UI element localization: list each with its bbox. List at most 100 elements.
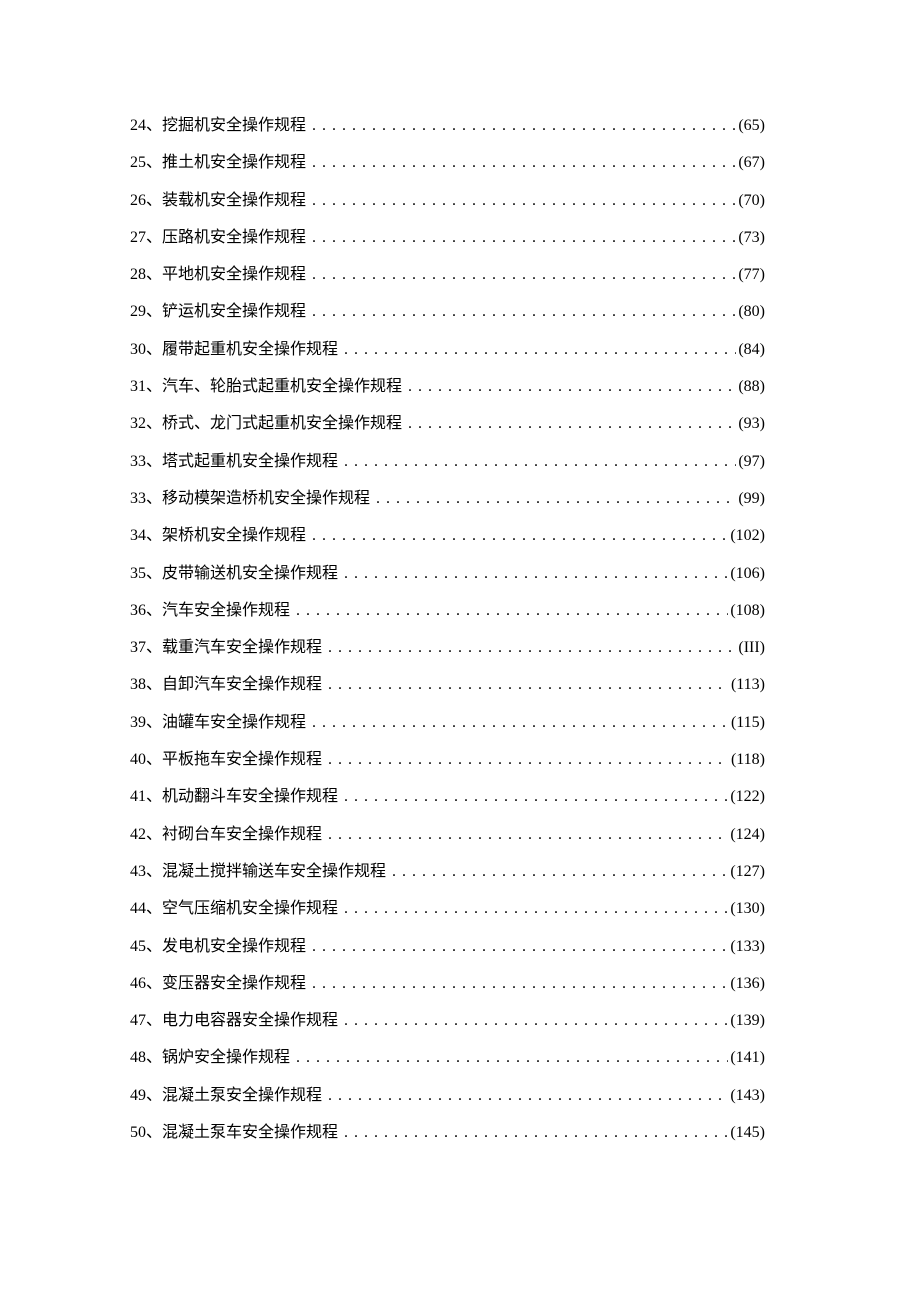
toc-entry-number: 34、 — [130, 528, 162, 544]
toc-entry-title: 油罐车安全操作规程 — [162, 715, 306, 731]
toc-entry-page: (77) — [738, 267, 765, 283]
toc-entry-page: (113) — [731, 677, 765, 693]
toc-entry: 25、推土机安全操作规程(67) — [130, 155, 765, 171]
toc-entry-page: (145) — [730, 1125, 765, 1141]
toc-entry-page: (80) — [738, 304, 765, 320]
toc-entry-number: 32、 — [130, 416, 162, 432]
toc-leader-dots — [312, 118, 736, 134]
toc-entry-page: (136) — [730, 976, 765, 992]
toc-entry-number: 39、 — [130, 715, 162, 731]
toc-entry-title: 自卸汽车安全操作规程 — [162, 677, 322, 693]
toc-entry-number: 45、 — [130, 939, 162, 955]
toc-entry-title: 铲运机安全操作规程 — [162, 304, 306, 320]
toc-leader-dots — [312, 193, 736, 209]
toc-entry-title: 变压器安全操作规程 — [162, 976, 306, 992]
toc-leader-dots — [408, 416, 736, 432]
toc-entry-page: (141) — [730, 1050, 765, 1066]
toc-entry: 30、履带起重机安全操作规程 (84) — [130, 342, 765, 358]
toc-leader-dots — [296, 1050, 728, 1066]
toc-entry: 31、汽车、轮胎式起重机安全操作规程(88) — [130, 379, 765, 395]
toc-entry-page: (130) — [730, 901, 765, 917]
toc-leader-dots — [344, 901, 728, 917]
toc-leader-dots — [328, 827, 728, 843]
toc-entry: 42、衬砌台车安全操作规程 (124) — [130, 827, 765, 843]
toc-leader-dots — [328, 677, 729, 693]
toc-entry-number: 40、 — [130, 752, 162, 768]
toc-leader-dots — [408, 379, 736, 395]
toc-leader-dots — [312, 155, 736, 171]
toc-entry-title: 推土机安全操作规程 — [162, 155, 306, 171]
toc-entry-title: 混凝土搅拌输送车安全操作规程 — [162, 864, 386, 880]
toc-leader-dots — [376, 491, 736, 507]
toc-entry-page: (108) — [730, 603, 765, 619]
toc-entry-page: (88) — [738, 379, 765, 395]
toc-entry-number: 48、 — [130, 1050, 162, 1066]
toc-entry-title: 衬砌台车安全操作规程 — [162, 827, 322, 843]
toc-entry-number: 26、 — [130, 193, 162, 209]
toc-entry-page: (99) — [738, 491, 765, 507]
toc-entry: 35、皮带输送机安全操作规程(106) — [130, 566, 765, 582]
toc-leader-dots — [312, 528, 728, 544]
toc-leader-dots — [328, 752, 729, 768]
toc-entry-number: 33、 — [130, 454, 162, 470]
toc-entry: 38、自卸汽车安全操作规程 (113) — [130, 677, 765, 693]
toc-entry-number: 27、 — [130, 230, 162, 246]
toc-entry-page: (73) — [738, 230, 765, 246]
toc-entry-page: (124) — [730, 827, 765, 843]
toc-entry-number: 38、 — [130, 677, 162, 693]
toc-entry: 46、变压器安全操作规程 (136) — [130, 976, 765, 992]
toc-entry-page: (65) — [738, 118, 765, 134]
toc-entry: 48、锅炉安全操作规程 (141) — [130, 1050, 765, 1066]
toc-entry: 41、机动翻斗车安全操作规程(122) — [130, 789, 765, 805]
toc-leader-dots — [312, 715, 729, 731]
toc-entry-number: 24、 — [130, 118, 162, 134]
toc-entry: 36、汽车安全操作规程(108) — [130, 603, 765, 619]
toc-entry: 39、油罐车安全操作规程 (115) — [130, 715, 765, 731]
toc-leader-dots — [344, 1125, 728, 1141]
toc-entry-number: 46、 — [130, 976, 162, 992]
toc-entry: 37、载重汽车安全操作规程(III) — [130, 640, 765, 656]
toc-entry-title: 发电机安全操作规程 — [162, 939, 306, 955]
toc-entry-page: (70) — [738, 193, 765, 209]
toc-entry-number: 30、 — [130, 342, 162, 358]
toc-entry-page: (93) — [738, 416, 765, 432]
toc-entry-title: 锅炉安全操作规程 — [162, 1050, 290, 1066]
toc-entry: 33、移动模架造桥机安全操作规程(99) — [130, 491, 765, 507]
toc-leader-dots — [312, 230, 736, 246]
toc-entry-page: (67) — [738, 155, 765, 171]
toc-entry-title: 架桥机安全操作规程 — [162, 528, 306, 544]
toc-entry-title: 装载机安全操作规程 — [162, 193, 306, 209]
toc-entry: 27、压路机安全操作规程(73) — [130, 230, 765, 246]
toc-entry-title: 平板拖车安全操作规程 — [162, 752, 322, 768]
toc-entry-number: 42、 — [130, 827, 162, 843]
toc-entry-number: 49、 — [130, 1088, 162, 1104]
toc-entry: 45、发电机安全操作规程(133) — [130, 939, 765, 955]
toc-entry-page: (84) — [738, 342, 765, 358]
toc-entry: 44、空气压缩机安全操作规程(130) — [130, 901, 765, 917]
toc-entry-title: 桥式、龙门式起重机安全操作规程 — [162, 416, 402, 432]
toc-entry-title: 履带起重机安全操作规程 — [162, 342, 338, 358]
toc-leader-dots — [312, 267, 736, 283]
toc-entry-number: 28、 — [130, 267, 162, 283]
toc-entry: 26、装载机安全操作规程 (70) — [130, 193, 765, 209]
toc-entry: 24、挖掘机安全操作规程 (65) — [130, 118, 765, 134]
toc-entry-title: 移动模架造桥机安全操作规程 — [162, 491, 370, 507]
toc-leader-dots — [296, 603, 728, 619]
toc-entry-title: 汽车安全操作规程 — [162, 603, 290, 619]
toc-entry-number: 44、 — [130, 901, 162, 917]
toc-leader-dots — [344, 454, 736, 470]
toc-leader-dots — [312, 304, 736, 320]
toc-entry-title: 载重汽车安全操作规程 — [162, 640, 322, 656]
toc-leader-dots — [344, 1013, 728, 1029]
toc-entry-title: 混凝土泵安全操作规程 — [162, 1088, 322, 1104]
toc-entry-page: (127) — [730, 864, 765, 880]
toc-entry-number: 37、 — [130, 640, 162, 656]
toc-page: 24、挖掘机安全操作规程(65)25、推土机安全操作规程(67)26、装载机安全… — [0, 0, 920, 1141]
toc-entry-page: (122) — [730, 789, 765, 805]
toc-entry-page: (115) — [731, 715, 765, 731]
toc-entry-title: 挖掘机安全操作规程 — [162, 118, 306, 134]
toc-entry: 43、混凝土搅拌输送车安全操作规程(127) — [130, 864, 765, 880]
toc-leader-dots — [392, 864, 728, 880]
toc-entry-title: 平地机安全操作规程 — [162, 267, 306, 283]
toc-entry-number: 35、 — [130, 566, 162, 582]
